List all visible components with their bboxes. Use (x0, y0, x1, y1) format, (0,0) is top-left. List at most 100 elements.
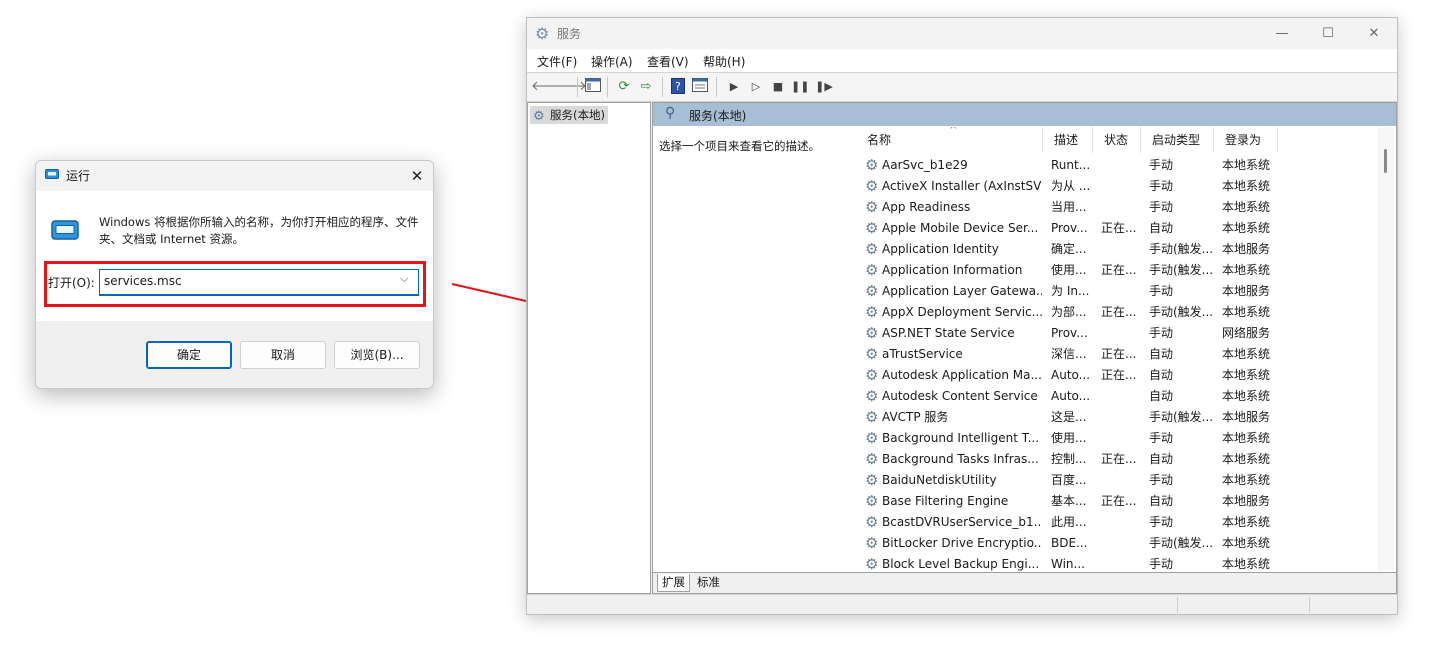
properties-icon[interactable] (691, 78, 709, 96)
service-row[interactable]: ⚙ ASP.NET State Service Prov... 手动 网络服务 (856, 323, 1380, 344)
menu-view[interactable]: 查看(V) (647, 53, 689, 70)
column-header-description[interactable]: 描述 (1043, 127, 1093, 153)
service-name: Application Layer Gatewa... (882, 284, 1042, 298)
service-row[interactable]: ⚙ Background Tasks Infras... 控制... 正在... 自动 本… (856, 449, 1380, 470)
stop-icon[interactable]: ■ (769, 78, 787, 96)
tree-item-services-local[interactable]: ⚙ 服务(本地) (530, 106, 608, 124)
browse-button[interactable]: 浏览(B)... (334, 341, 420, 369)
gear-icon: ⚙ (865, 156, 879, 174)
column-header-log-on-as[interactable]: 登录为 (1214, 127, 1278, 153)
gear-icon: ⚙ (865, 345, 879, 363)
toolbar-separator (716, 77, 717, 97)
service-row[interactable]: ⚙ aTrustService 深信... 正在... 自动 本地系统 (856, 344, 1380, 365)
menu-action[interactable]: 操作(A) (591, 53, 633, 70)
service-description: Win... (1051, 557, 1085, 571)
export-icon[interactable]: ⇨ (637, 78, 655, 96)
service-status (1101, 239, 1141, 260)
service-name: Application Identity (882, 242, 999, 256)
service-row[interactable]: ⚙ Background Intelligent T... 使用... 手动 本地系统 (856, 428, 1380, 449)
gear-icon: ⚙ (865, 282, 879, 300)
cancel-button[interactable]: 取消 (240, 341, 326, 369)
service-log-on-as: 网络服务 (1222, 326, 1271, 340)
service-startup-type: 自动 (1149, 452, 1174, 466)
service-startup-type: 自动 (1149, 221, 1174, 235)
menu-help[interactable]: 帮助(H) (703, 53, 745, 70)
forward-icon[interactable]: 🡒 (552, 78, 587, 96)
ok-button[interactable]: 确定 (146, 341, 232, 369)
run-titlebar[interactable]: 运行 ✕ (36, 161, 433, 191)
service-row[interactable]: ⚙ Autodesk Application Ma... Auto... 正在... 自… (856, 365, 1380, 386)
service-name: Background Tasks Infras... (882, 452, 1039, 466)
tree-item-label: 服务(本地) (550, 108, 605, 122)
tab-extended[interactable]: 扩展 (657, 574, 690, 592)
service-row[interactable]: ⚙ AVCTP 服务 这是... 手动(触发... 本地服务 (856, 407, 1380, 428)
start-paused-icon[interactable]: ▷ (747, 78, 765, 96)
column-header-name[interactable]: 名称 ^ (856, 127, 1043, 153)
column-header-status[interactable]: 状态 (1093, 127, 1141, 153)
details-pane: ⚲ 服务(本地) 选择一个项目来查看它的描述。 名称 ^ 描述 状态 启动类型 … (652, 102, 1397, 594)
service-status (1101, 470, 1141, 491)
service-row[interactable]: ⚙ Apple Mobile Device Ser... Prov... 正在... 自… (856, 218, 1380, 239)
service-startup-type: 手动(触发... (1149, 536, 1214, 550)
minimize-button[interactable]: — (1259, 18, 1305, 49)
back-icon[interactable]: 🡐 (531, 78, 566, 96)
service-description: Auto... (1051, 389, 1091, 403)
service-log-on-as: 本地系统 (1222, 305, 1271, 319)
vertical-scrollbar[interactable] (1378, 127, 1394, 571)
restart-icon[interactable]: ❚▶ (815, 78, 833, 96)
scrollbar-thumb[interactable] (1384, 149, 1387, 173)
service-log-on-as: 本地系统 (1222, 557, 1271, 571)
service-log-on-as: 本地系统 (1222, 200, 1271, 214)
help-icon[interactable]: ? (669, 78, 687, 96)
service-row[interactable]: ⚙ Block Level Backup Engi... Win... 手动 本地系统 (856, 554, 1380, 571)
column-header-startup-type[interactable]: 启动类型 (1141, 127, 1214, 153)
gear-icon: ⚙ (865, 198, 879, 216)
service-row[interactable]: ⚙ BaiduNetdiskUtility 百度... 手动 本地系统 (856, 470, 1380, 491)
gear-icon: ⚙ (865, 408, 879, 426)
service-status (1101, 197, 1141, 218)
refresh-icon[interactable]: ⟳ (615, 78, 633, 96)
service-log-on-as: 本地系统 (1222, 158, 1271, 172)
service-description: 使用... (1051, 263, 1087, 277)
pause-icon[interactable]: ❚❚ (791, 78, 809, 96)
status-divider (1177, 597, 1178, 613)
console-tree-icon[interactable] (584, 78, 602, 96)
service-name: AVCTP 服务 (882, 410, 949, 424)
service-log-on-as: 本地系统 (1222, 389, 1271, 403)
service-row[interactable]: ⚙ App Readiness 当用... 手动 本地系统 (856, 197, 1380, 218)
service-row[interactable]: ⚙ Application Identity 确定... 手动(触发... 本地服务 (856, 239, 1380, 260)
toolbar-separator (607, 77, 608, 97)
service-row[interactable]: ⚙ BitLocker Drive Encryptio... BDE... 手动(触发… (856, 533, 1380, 554)
service-startup-type: 手动(触发... (1149, 242, 1214, 256)
service-startup-type: 手动(触发... (1149, 305, 1214, 319)
services-titlebar[interactable]: ⚙ 服务 — ☐ ✕ (527, 18, 1397, 49)
service-row[interactable]: ⚙ Base Filtering Engine 基本... 正在... 自动 本地服务 (856, 491, 1380, 512)
run-prompt: Windows 将根据你所输入的名称，为你打开相应的程序、文件夹、文档或 Int… (99, 215, 419, 246)
status-divider (1309, 597, 1310, 613)
run-title: 运行 (66, 169, 91, 183)
service-row[interactable]: ⚙ AppX Deployment Servic... 为部... 正在... 手动(触… (856, 302, 1380, 323)
svg-text:?: ? (675, 80, 681, 93)
service-startup-type: 自动 (1149, 347, 1174, 361)
service-row[interactable]: ⚙ AarSvc_b1e29 Runt... 手动 本地系统 (856, 155, 1380, 176)
close-button[interactable]: ✕ (1351, 18, 1397, 49)
gear-icon: ⚙ (865, 471, 879, 489)
service-status: 正在... (1101, 368, 1137, 382)
service-row[interactable]: ⚙ Autodesk Content Service Auto... 自动 本地系统 (856, 386, 1380, 407)
service-description: 此用... (1051, 515, 1087, 529)
services-window: ⚙ 服务 — ☐ ✕ 文件(F) 操作(A) 查看(V) 帮助(H) 🡐 🡒 ⟳… (526, 17, 1398, 615)
tab-standard[interactable]: 标准 (693, 574, 724, 591)
service-row[interactable]: ⚙ BcastDVRUserService_b1... 此用... 手动 本地系统 (856, 512, 1380, 533)
service-row[interactable]: ⚙ Application Layer Gatewa... 为 In... 手动 本地服… (856, 281, 1380, 302)
service-startup-type: 手动 (1149, 473, 1174, 487)
gear-icon: ⚙ (865, 240, 879, 258)
run-close-icon[interactable]: ✕ (404, 163, 430, 189)
service-row[interactable]: ⚙ ActiveX Installer (AxInstSV) 为从 ... 手动 本地系… (856, 176, 1380, 197)
toolbar-separator (662, 77, 663, 97)
service-status (1101, 386, 1141, 407)
highlight-box (44, 261, 426, 307)
maximize-button[interactable]: ☐ (1305, 18, 1351, 49)
menu-file[interactable]: 文件(F) (537, 53, 577, 70)
service-row[interactable]: ⚙ Application Information 使用... 正在... 手动(触发.… (856, 260, 1380, 281)
start-icon[interactable]: ▶ (725, 78, 743, 96)
